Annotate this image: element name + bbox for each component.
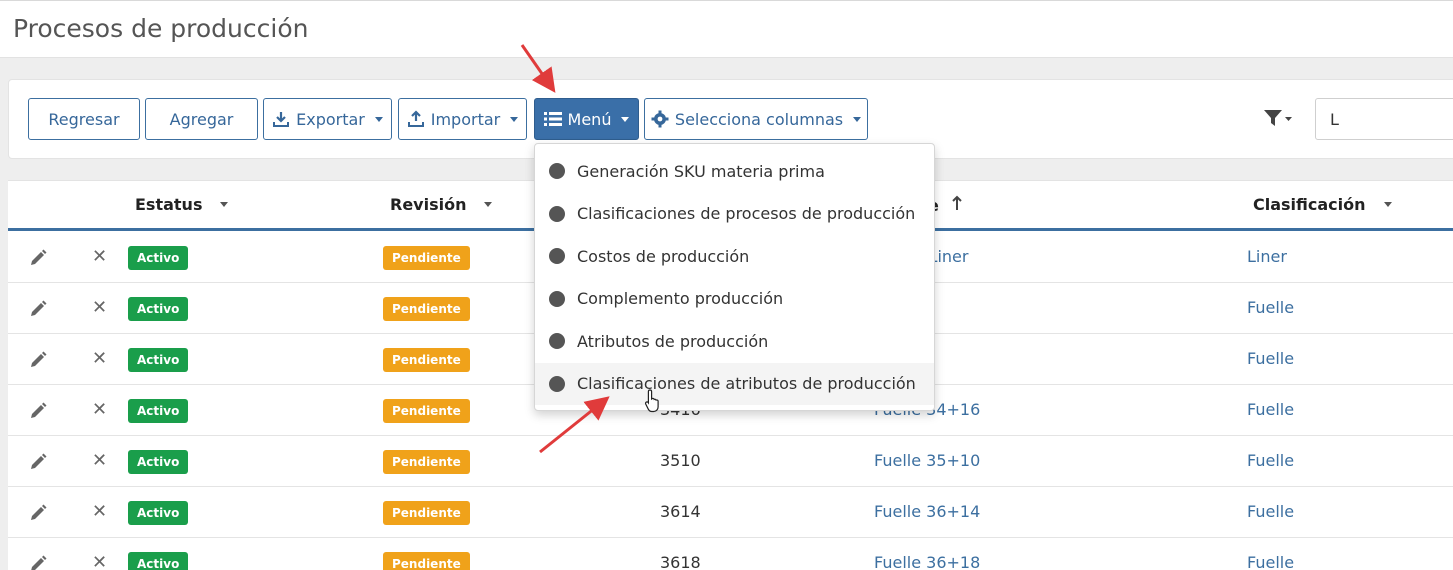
classification-link[interactable]: Liner (1247, 247, 1287, 266)
upload-icon (407, 110, 425, 128)
column-header-revision[interactable]: Revisión (390, 195, 493, 214)
menu-item-label: Atributos de producción (577, 331, 769, 351)
list-icon (543, 111, 562, 127)
column-header-label: Clasificación (1253, 195, 1366, 214)
pencil-icon[interactable] (28, 299, 48, 319)
bullet-icon (549, 333, 565, 349)
revision-badge: Pendiente (383, 552, 470, 570)
column-header-status[interactable]: Estatus (135, 195, 229, 214)
classification-link[interactable]: Fuelle (1247, 451, 1294, 470)
menu-item[interactable]: Generación SKU materia prima (535, 150, 934, 192)
status-badge: Activo (128, 501, 189, 525)
filter-icon[interactable] (1264, 108, 1294, 130)
download-icon (272, 110, 290, 128)
bullet-icon (549, 163, 565, 179)
menu-item-label: Costos de producción (577, 246, 750, 266)
close-icon[interactable]: ✕ (92, 247, 108, 267)
menu-item-label: Complemento producción (577, 289, 784, 308)
close-icon[interactable]: ✕ (92, 400, 108, 420)
close-icon[interactable]: ✕ (92, 502, 108, 522)
chevron-down-icon (621, 116, 630, 122)
revision-badge: Pendiente (383, 297, 470, 321)
menu-button[interactable]: Menú (534, 98, 639, 140)
status-badge: Activo (128, 348, 189, 372)
column-header-classification[interactable]: Clasificación (1253, 195, 1392, 214)
add-button[interactable]: Agregar (145, 98, 258, 140)
sort-caret-icon (220, 202, 229, 207)
table-row: ✕ Activo Pendiente 3618 Fuelle 36+18 Fue… (8, 538, 1453, 570)
menu-item[interactable]: Clasificaciones de atributos de producci… (535, 362, 934, 405)
close-icon[interactable]: ✕ (92, 553, 108, 570)
menu-dropdown: Generación SKU materia prima Clasificacio… (534, 143, 935, 411)
select-columns-label: Selecciona columnas (674, 109, 844, 129)
add-button-label: Agregar (169, 109, 234, 129)
revision-badge: Pendiente (383, 246, 470, 270)
process-name-link[interactable]: Fuelle 36+14 (874, 502, 980, 521)
back-button[interactable]: Regresar (28, 98, 140, 140)
status-badge: Activo (128, 552, 189, 570)
classification-link[interactable]: Fuelle (1247, 349, 1294, 368)
revision-badge: Pendiente (383, 501, 470, 525)
close-icon[interactable]: ✕ (92, 298, 108, 318)
revision-badge: Pendiente (383, 399, 470, 423)
bullet-icon (549, 290, 565, 307)
chevron-down-icon (510, 116, 519, 122)
gear-icon (651, 110, 669, 128)
pencil-icon[interactable] (28, 554, 48, 570)
process-name-link[interactable]: Fuelle 36+18 (874, 553, 980, 570)
status-badge: Activo (128, 246, 189, 270)
pencil-icon[interactable] (28, 503, 48, 523)
status-badge: Activo (128, 297, 189, 321)
status-badge: Activo (128, 399, 189, 423)
status-badge: Activo (128, 450, 189, 474)
menu-item-label: Clasificaciones de atributos de producci… (577, 374, 916, 393)
column-header-label: Revisión (390, 195, 467, 214)
chevron-down-icon (853, 116, 862, 122)
pencil-icon[interactable] (28, 248, 48, 268)
pencil-icon[interactable] (28, 401, 48, 421)
back-button-label: Regresar (48, 109, 120, 129)
sort-caret-icon (1383, 202, 1392, 207)
classification-link[interactable]: Fuelle (1247, 502, 1294, 521)
menu-item[interactable]: Complemento producción (535, 278, 934, 320)
revision-badge: Pendiente (383, 450, 470, 474)
table-row: ✕ Activo Pendiente 3614 Fuelle 36+14 Fue… (8, 487, 1453, 538)
close-icon[interactable]: ✕ (92, 349, 108, 369)
search-input[interactable] (1315, 98, 1453, 140)
menu-item[interactable]: Costos de producción (535, 235, 934, 277)
export-button[interactable]: Exportar (263, 98, 392, 140)
hand-cursor-icon (644, 389, 662, 413)
select-columns-button[interactable]: Selecciona columnas (644, 98, 868, 140)
page-title: Procesos de producción (13, 14, 309, 43)
import-button[interactable]: Importar (398, 98, 527, 140)
revision-badge: Pendiente (383, 348, 470, 372)
menu-item-label: Clasificaciones de procesos de producció… (577, 204, 916, 223)
menu-item-label: Generación SKU materia prima (577, 161, 825, 181)
column-header-label: Estatus (135, 195, 203, 214)
process-code: 3510 (660, 451, 701, 470)
classification-link[interactable]: Fuelle (1247, 553, 1294, 570)
process-code: 3618 (660, 553, 701, 570)
menu-item[interactable]: Atributos de producción (535, 320, 934, 362)
table-row: ✕ Activo Pendiente 3510 Fuelle 35+10 Fue… (8, 436, 1453, 487)
pencil-icon[interactable] (28, 452, 48, 472)
process-code: 3614 (660, 502, 701, 521)
classification-link[interactable]: Fuelle (1247, 298, 1294, 317)
bullet-icon (549, 375, 565, 392)
menu-button-label: Menú (567, 109, 612, 129)
menu-item[interactable]: Clasificaciones de procesos de producció… (535, 193, 934, 235)
sort-ascending-icon (951, 195, 963, 215)
process-name-link[interactable]: Fuelle 35+10 (874, 451, 980, 470)
pencil-icon[interactable] (28, 350, 48, 370)
bullet-icon (549, 248, 565, 264)
title-bar: Procesos de producción (0, 0, 1453, 58)
classification-link[interactable]: Fuelle (1247, 400, 1294, 419)
chevron-down-icon (374, 116, 383, 122)
close-icon[interactable]: ✕ (92, 451, 108, 471)
bullet-icon (549, 205, 565, 222)
sort-caret-icon (484, 202, 493, 207)
import-button-label: Importar (430, 109, 501, 129)
export-button-label: Exportar (296, 109, 365, 129)
